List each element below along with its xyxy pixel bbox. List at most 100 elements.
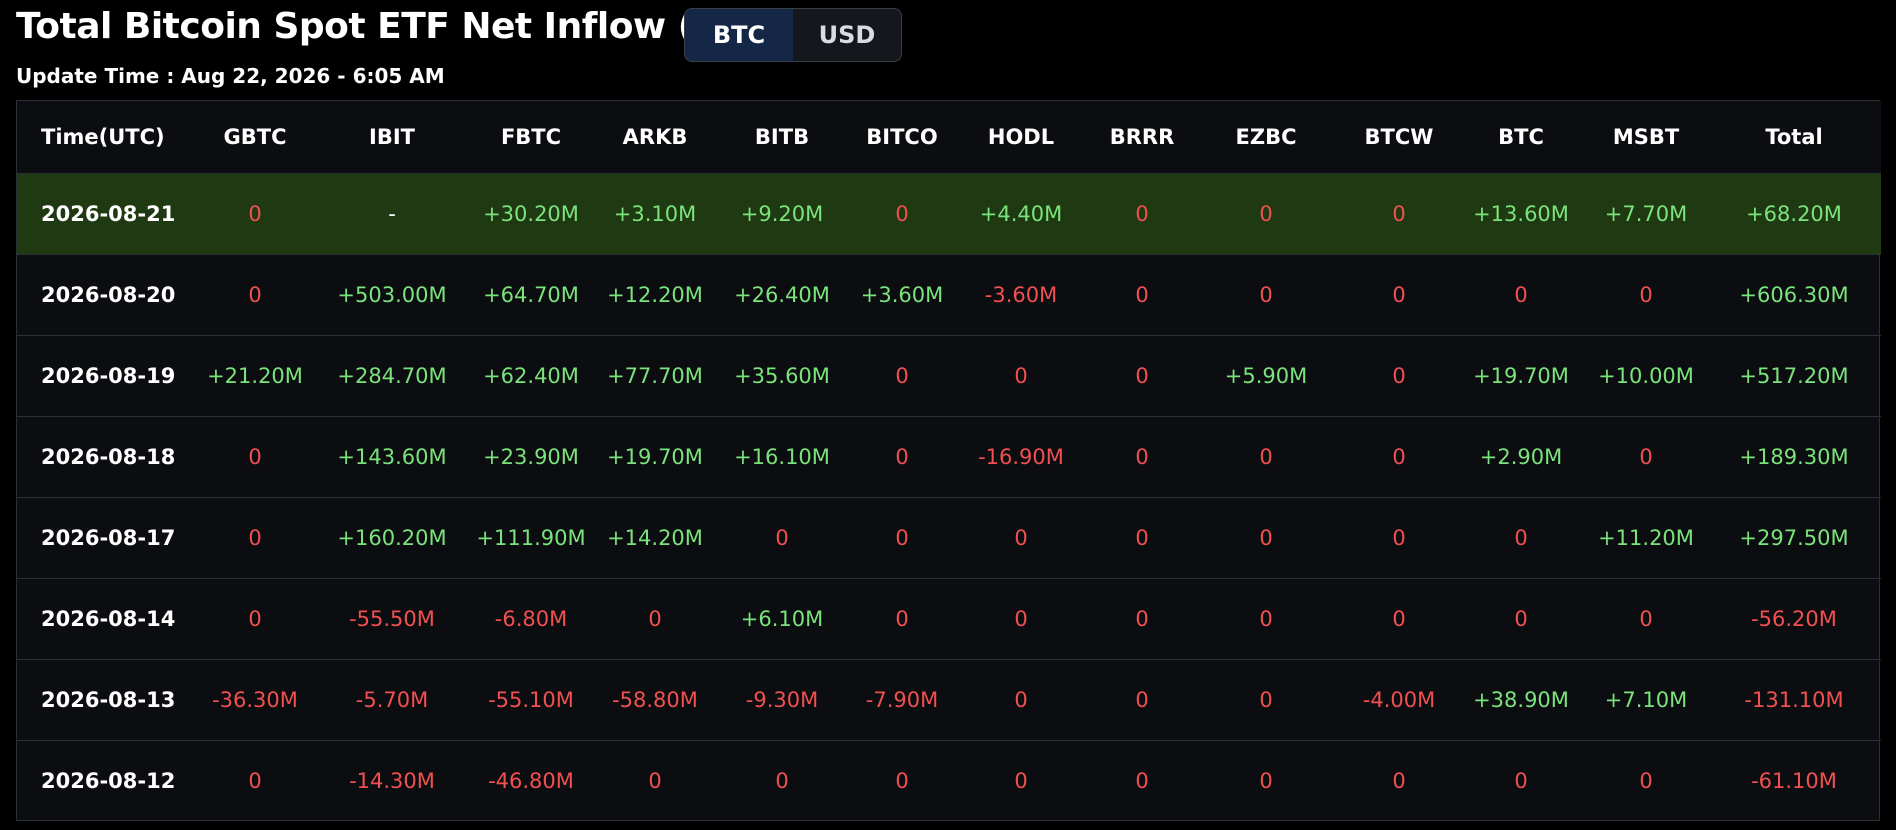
flow-cell: +62.40M	[461, 335, 601, 417]
flow-cell: 0	[949, 335, 1093, 417]
flow-cell: 0	[1259, 769, 1273, 793]
table-row: 2026-08-18 0 +143.60M +23.90M +19.70M +16.10M…	[17, 416, 1881, 498]
table-row: 2026-08-17 0 +160.20M +111.90M +14.20M 0 0 0 0 0 0…	[17, 497, 1881, 579]
flow-cell: -58.80M	[601, 659, 709, 741]
flow-cell: 0	[855, 416, 949, 498]
flow-cell: +160.20M	[323, 497, 461, 579]
flow-cell: 0	[1457, 578, 1585, 660]
flow-cell: -5.70M	[323, 659, 461, 741]
toggle-btc-button[interactable]: BTC	[685, 9, 793, 61]
flow-cell: 0	[855, 578, 949, 660]
flow-cell: 0	[601, 578, 709, 660]
flow-cell: +14.20M	[601, 497, 709, 579]
column-header-total: Total	[1707, 101, 1881, 174]
flow-cell: +10.00M	[1585, 335, 1707, 417]
flow-cell: -	[323, 173, 461, 255]
flow-cell: 0	[1585, 254, 1707, 336]
flow-cell: +3.60M	[855, 254, 949, 336]
flow-cell: 0	[855, 335, 949, 417]
column-header-time-utc: Time(UTC)	[17, 101, 187, 174]
flow-cell: 0	[1093, 335, 1191, 417]
flow-cell: +11.20M	[1585, 497, 1707, 579]
flow-cell: 0	[895, 769, 909, 793]
flow-cell: 0	[1457, 497, 1585, 579]
flow-cell: 0	[187, 416, 323, 498]
row-date: 2026-08-17	[17, 497, 187, 579]
flow-cell: 0	[709, 497, 855, 579]
row-date: 2026-08-21	[17, 173, 187, 255]
flow-cell: 0	[949, 497, 1093, 579]
flow-cell: +38.90M	[1457, 659, 1585, 741]
table-body: 2026-08-21 0- +30.20M +3.10M +9.20M 0 +4.40M 0 0…	[17, 173, 1881, 822]
flow-cell: 0	[1093, 416, 1191, 498]
flow-cell: -4.00M	[1341, 659, 1457, 741]
flow-cell: 0	[1093, 254, 1191, 336]
row-total: +189.30M	[1707, 416, 1881, 498]
flow-cell: -9.30M	[709, 659, 855, 741]
flow-cell: 0	[1514, 769, 1528, 793]
flow-cell: 0	[248, 769, 262, 793]
flow-cell: 0	[1191, 578, 1341, 660]
row-total: -61.10M	[1751, 769, 1837, 793]
column-header-btcw: BTCW	[1341, 101, 1457, 174]
flow-cell: +77.70M	[601, 335, 709, 417]
column-header-ezbc: EZBC	[1191, 101, 1341, 174]
currency-toggle: BTC USD	[684, 8, 902, 62]
column-header-hodl: HODL	[949, 101, 1093, 174]
flow-cell: 0	[1341, 173, 1457, 255]
flow-cell: -16.90M	[949, 416, 1093, 498]
flow-cell: 0	[1093, 578, 1191, 660]
flow-cell: 0	[648, 769, 662, 793]
column-header-bitco: BITCO	[855, 101, 949, 174]
table-row: 2026-08-19 +21.20M +284.70M +62.40M +77.70M +…	[17, 335, 1881, 417]
flow-cell: +12.20M	[601, 254, 709, 336]
row-date: 2026-08-19	[17, 335, 187, 417]
flow-cell: 0	[949, 578, 1093, 660]
row-total: -56.20M	[1707, 578, 1881, 660]
column-header-msbt: MSBT	[1585, 101, 1707, 174]
column-header-gbtc: GBTC	[187, 101, 323, 174]
flow-cell: +143.60M	[323, 416, 461, 498]
table-header-row: Time(UTC) GBTC IBIT FBTC ARKB BITB BITCO HODL BR…	[17, 101, 1881, 174]
flow-cell: 0	[1191, 416, 1341, 498]
table-row: 2026-08-12 0 -14.30M -46.80M 0 0 0 0 0 0 0 0 0 -61.10…	[17, 741, 1881, 822]
flow-cell: 0	[1093, 497, 1191, 579]
flow-cell: +284.70M	[323, 335, 461, 417]
flow-cell: 0	[1341, 335, 1457, 417]
flow-cell: 0	[1341, 416, 1457, 498]
flow-cell: +5.90M	[1191, 335, 1341, 417]
flow-cell: 0	[1585, 578, 1707, 660]
table-row: 2026-08-13 -36.30M -5.70M -55.10M -58.80M -9.…	[17, 659, 1881, 741]
flow-cell: +9.20M	[709, 173, 855, 255]
flow-cell: 0	[1639, 769, 1653, 793]
flow-cell: 0	[1191, 659, 1341, 741]
flow-cell: -6.80M	[461, 578, 601, 660]
flow-cell: -55.10M	[461, 659, 601, 741]
flow-cell: 0	[1191, 254, 1341, 336]
flow-cell: +3.10M	[601, 173, 709, 255]
toggle-usd-button[interactable]: USD	[793, 9, 901, 61]
row-date: 2026-08-14	[17, 578, 187, 660]
column-header-fbtc: FBTC	[461, 101, 601, 174]
flow-cell: 0	[1093, 659, 1191, 741]
flow-cell: +7.10M	[1585, 659, 1707, 741]
row-total: +68.20M	[1707, 173, 1881, 255]
flow-cell: -7.90M	[855, 659, 949, 741]
flow-cell: +4.40M	[949, 173, 1093, 255]
flow-cell: -55.50M	[323, 578, 461, 660]
update-time: Update Time : Aug 22, 2026 - 6:05 AM	[16, 64, 445, 88]
flow-cell: -36.30M	[187, 659, 323, 741]
flow-cell: +7.70M	[1585, 173, 1707, 255]
row-date: 2026-08-20	[17, 254, 187, 336]
flow-cell: 0	[1014, 769, 1028, 793]
row-total: +297.50M	[1707, 497, 1881, 579]
flow-cell: 0	[775, 769, 789, 793]
column-header-arkb: ARKB	[601, 101, 709, 174]
flow-cell: +64.70M	[461, 254, 601, 336]
row-date: 2026-08-18	[17, 416, 187, 498]
flow-cell: 0	[855, 497, 949, 579]
flow-cell: +30.20M	[461, 173, 601, 255]
column-header-bitb: BITB	[709, 101, 855, 174]
row-total: +517.20M	[1707, 335, 1881, 417]
column-header-btc: BTC	[1457, 101, 1585, 174]
